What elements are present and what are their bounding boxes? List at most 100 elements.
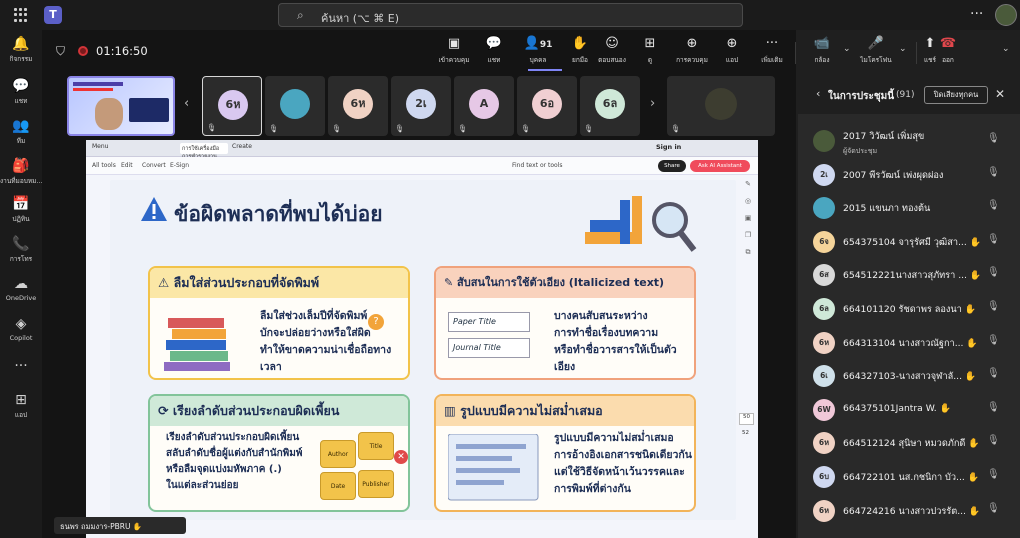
hand-icon: ✋ — [936, 402, 952, 414]
page-number-input[interactable]: 50 — [739, 413, 754, 425]
document-illustration — [447, 433, 544, 506]
mic-muted-icon[interactable]: 🎙 — [987, 167, 1000, 178]
rail-item-teams[interactable]: 👥 ทีม — [0, 118, 42, 146]
browser-menu-tab[interactable]: Menu — [92, 143, 108, 150]
rail-item-add-apps[interactable]: ⊞ แอป — [0, 392, 42, 420]
avatar — [280, 89, 310, 119]
chevron-down-icon[interactable]: ⌄ — [1002, 44, 1010, 54]
convert-tab[interactable]: Convert — [142, 162, 166, 169]
tool-icon[interactable]: ◎ — [740, 197, 756, 214]
participant-row[interactable]: 2015 แขนภา ทองต้น 🎙 — [810, 193, 1015, 225]
mute-all-button[interactable]: ปิดเสียงทุกคน — [924, 86, 988, 104]
chevron-left-icon[interactable]: ‹ — [816, 87, 820, 100]
warning-icon — [141, 197, 167, 221]
shared-screen-thumbnail[interactable] — [67, 76, 175, 136]
new-tab-button[interactable]: Create — [232, 143, 252, 150]
participant-row[interactable]: 6บ 664722101 นส.กชนิกา บัว... ✋ 🎙 — [810, 462, 1015, 494]
all-tools-tab[interactable]: All tools — [92, 162, 116, 169]
card-body: บางคนสับสนระหว่าง การทำชื่อเรื่องบทความ หร… — [554, 310, 677, 373]
tool-icon[interactable]: ✎ — [740, 180, 756, 197]
mic-muted-icon[interactable]: 🎙 — [987, 402, 1000, 413]
participant-name: 654512221นางสาวสุภัทรา ... ✋ — [843, 270, 982, 282]
participant-row[interactable]: 6ห 664724216 นางสาวปวรรัต... ✋ 🎙 — [810, 496, 1015, 528]
camera-icon: 📹 — [813, 36, 831, 51]
mic-muted-icon[interactable]: 🎙 — [987, 200, 1000, 211]
avatar: 6บ — [813, 466, 835, 488]
pdf-side-tools: ✎ ◎ ▣ ❐ ⧉ — [740, 180, 756, 520]
hand-icon: ✋ — [962, 371, 977, 383]
video-tile[interactable]: 6ห 🎙 — [328, 76, 388, 136]
onedrive-icon: ☁ — [14, 276, 28, 292]
mic-muted-icon[interactable]: 🎙 — [987, 503, 1000, 514]
mic-muted-icon[interactable]: 🎙 — [987, 435, 1000, 446]
ask-ai-button[interactable]: Ask AI Assistant — [690, 160, 750, 172]
video-tile[interactable]: 6ล 🎙 — [580, 76, 640, 136]
avatar: 6ห — [218, 90, 248, 120]
participant-row[interactable]: 2เ 2007 พีรวัฒน์ เพ่งผุดผ่อง 🎙 — [810, 160, 1015, 192]
participant-name: 2015 แขนภา ทองต้น — [843, 203, 931, 215]
video-strip: ‹ 6ห 🎙 🎙 6ห 🎙 2เ 🎙 A 🎙 6อ 🎙 6ล 🎙 › 🎙 — [62, 76, 780, 138]
participant-row[interactable]: 6จ 654375104 จารุรัศมี วุฒิสา... ✋ 🎙 — [810, 227, 1015, 259]
participant-name: 2007 พีรวัฒน์ เพ่งผุดผ่อง — [843, 169, 944, 181]
profile-avatar[interactable] — [995, 4, 1017, 26]
rail-item-bell[interactable]: 🔔 กิจกรรม — [0, 36, 42, 64]
video-tile[interactable]: 2เ 🎙 — [391, 76, 451, 136]
hand-icon: ✋ — [961, 304, 977, 315]
mic-muted-icon[interactable]: 🎙 — [987, 335, 1000, 346]
leave-button[interactable]: ☎ ออก — [930, 36, 966, 65]
assignments-icon: 🎒 — [12, 158, 30, 174]
rail-item-calendar[interactable]: 📅 ปฏิทิน — [0, 196, 42, 224]
card-body: เรียงลำดับส่วนประกอบผิดเพี้ยน สลับลำดับชื… — [166, 432, 303, 491]
video-tile[interactable]: 6ห 🎙 — [202, 76, 262, 136]
rail-item-phone[interactable]: 📞 การโทร — [0, 236, 42, 264]
mic-muted-icon[interactable]: 🎙 — [987, 133, 1000, 144]
participant-row[interactable]: 6ห 664313104 นางสาวณัฐกา... ✋ 🎙 — [810, 328, 1015, 360]
mic-muted-icon[interactable]: 🎙 — [987, 267, 1000, 278]
edit-tab[interactable]: Edit — [121, 162, 133, 169]
chevron-down-icon[interactable]: ⌄ — [843, 44, 851, 54]
calendar-icon: 📅 — [12, 196, 30, 212]
participant-row[interactable]: 6ล 664101120 รัชดาพร ลองนา ✋ 🎙 — [810, 294, 1015, 326]
video-tile[interactable]: 🎙 — [265, 76, 325, 136]
sign-in-button[interactable]: Sign in — [656, 143, 681, 151]
camera-button[interactable]: 📹 กล้อง — [796, 36, 848, 65]
search-icon: ⌕ — [297, 8, 304, 22]
video-tile[interactable]: A 🎙 — [454, 76, 514, 136]
mic-button[interactable]: 🎤 ไมโครโฟน — [850, 36, 902, 65]
mic-muted-icon[interactable]: 🎙 — [987, 301, 1000, 312]
more-button[interactable]: ··· เพิ่มเติม — [746, 36, 798, 65]
rail-item-chat[interactable]: 💬 แชท — [0, 78, 42, 106]
participant-name: 664101120 รัชดาพร ลองนา ✋ — [843, 304, 977, 315]
rail-item-more[interactable]: ··· — [0, 358, 42, 376]
rail-label: ปฏิทิน — [12, 215, 30, 223]
mic-muted-icon[interactable]: 🎙 — [987, 469, 1000, 480]
teams-logo: T — [44, 6, 62, 24]
close-icon[interactable]: ✕ — [995, 87, 1005, 101]
more-options-icon[interactable]: ··· — [970, 6, 983, 22]
rail-item-assignments[interactable]: 🎒 งานที่มอบหม... — [0, 158, 42, 186]
browser-active-tab[interactable]: การใช้เครื่องมือการทำรายงาน... — [180, 143, 228, 160]
esign-tab[interactable]: E-Sign — [170, 162, 189, 169]
participant-row[interactable]: 2017 วิวัฒน์ เพิ่มสุข ผู้จัดประชุม 🎙 — [810, 126, 1015, 158]
error-x-icon: ✕ — [394, 450, 408, 464]
video-tile[interactable]: 🎙 — [667, 76, 775, 136]
rail-item-copilot[interactable]: ◈ Copilot — [0, 316, 42, 342]
rail-item-onedrive[interactable]: ☁ OneDrive — [0, 276, 42, 302]
tool-icon[interactable]: ❐ — [740, 231, 756, 248]
find-input[interactable]: Find text or tools — [512, 162, 562, 169]
participant-row[interactable]: 6ห 664512124 สุนิษา หมวดภักดี ✋ 🎙 — [810, 428, 1015, 460]
chevron-right-icon[interactable]: › — [650, 96, 655, 111]
app-launcher-icon[interactable] — [14, 8, 28, 22]
tool-icon[interactable]: ⧉ — [740, 248, 756, 265]
mic-muted-icon[interactable]: 🎙 — [987, 234, 1000, 245]
share-pdf-button[interactable]: Share — [658, 160, 686, 172]
chevron-down-icon[interactable]: ⌄ — [899, 44, 907, 54]
video-tile[interactable]: 6อ 🎙 — [517, 76, 577, 136]
search-input[interactable]: ⌕ ค้นหา (⌥ ⌘ E) — [278, 3, 743, 27]
tool-icon[interactable]: ▣ — [740, 214, 756, 231]
participant-row[interactable]: 6เ 664327103-นางสาวจุฬาลั... ✋ 🎙 — [810, 361, 1015, 393]
participant-row[interactable]: 6W 664375101Jantra W. ✋ 🎙 — [810, 395, 1015, 427]
mic-muted-icon[interactable]: 🎙 — [987, 368, 1000, 379]
participant-row[interactable]: 6ส 654512221นางสาวสุภัทรา ... ✋ 🎙 — [810, 260, 1015, 292]
chevron-left-icon[interactable]: ‹ — [184, 96, 189, 111]
